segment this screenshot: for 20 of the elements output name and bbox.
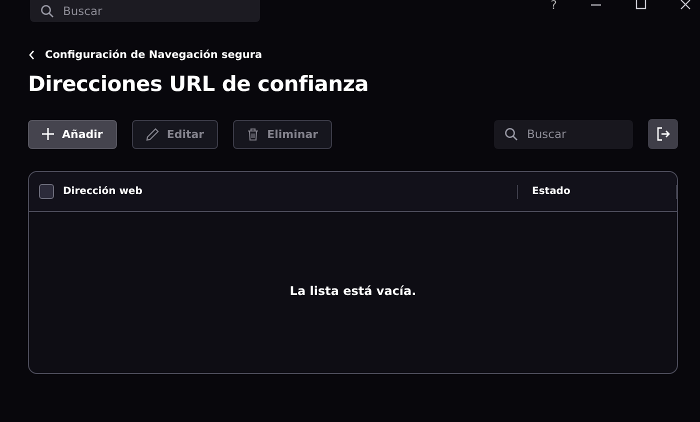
search-field[interactable]: Buscar [494, 120, 633, 148]
exit-icon [655, 126, 671, 142]
column-header[interactable]: Dirección web [63, 186, 517, 197]
maximize-button[interactable] [635, 0, 647, 10]
add-button[interactable]: Añadir [28, 120, 117, 148]
search-icon [504, 127, 518, 141]
close-button[interactable] [680, 0, 692, 10]
empty-message: La lista está vacía. [290, 284, 416, 298]
plus-icon [42, 128, 54, 140]
column-header[interactable]: Estado [518, 186, 676, 197]
checkbox[interactable] [39, 184, 54, 199]
help-button[interactable]: ? [550, 0, 557, 12]
search-field[interactable]: Buscar [30, 0, 260, 22]
pencil-icon [146, 128, 159, 140]
search-icon [40, 4, 54, 18]
trash-icon [247, 128, 260, 140]
chevron-left-icon [28, 50, 36, 60]
back-link[interactable]: Configuración de Navegación segura [28, 49, 262, 61]
page-title: Direcciones URL de confianza [28, 72, 370, 96]
export-button[interactable] [648, 119, 678, 149]
